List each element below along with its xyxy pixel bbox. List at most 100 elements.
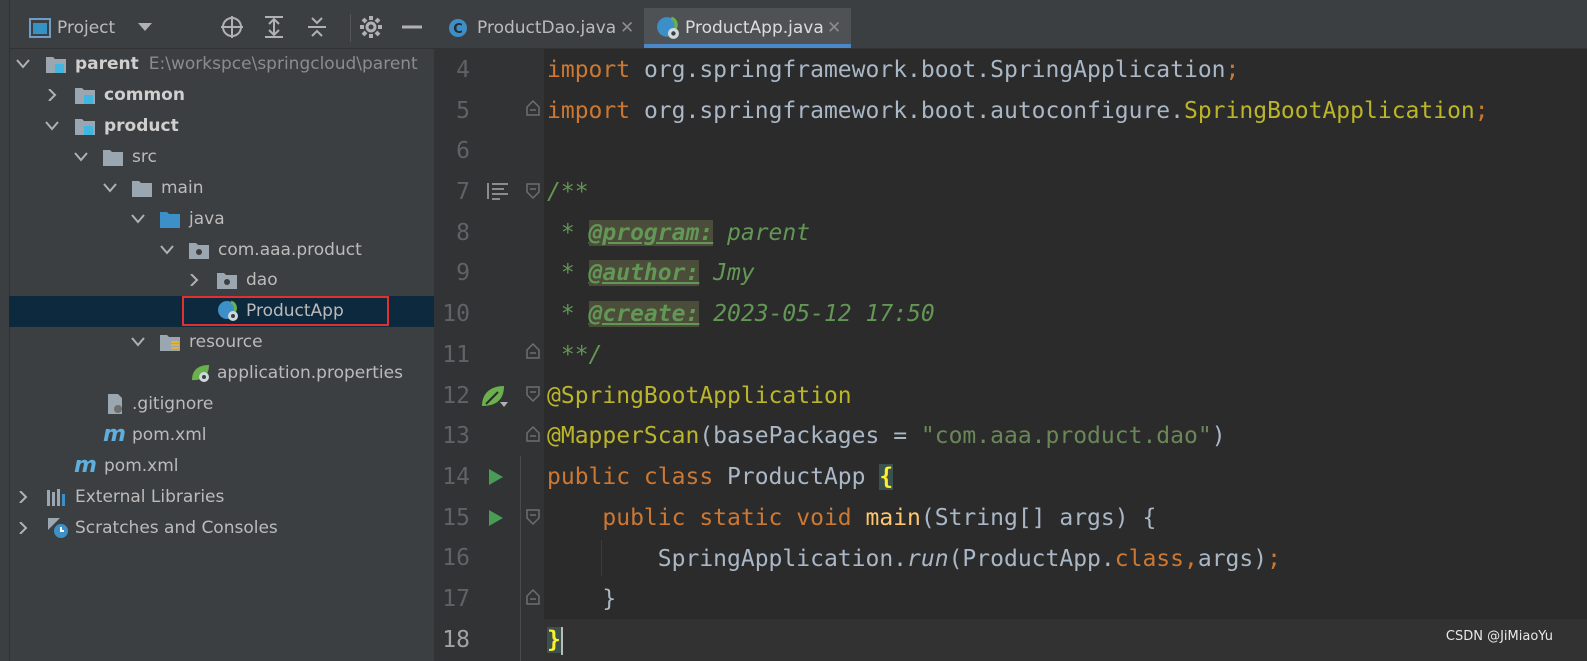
code-line-17: } [547,579,616,619]
close-tab-icon[interactable]: ✕ [827,8,841,48]
maven-icon: m [74,453,97,478]
annotation-class: SpringBootApplication [1183,98,1475,124]
maven-icon: m [103,422,126,447]
tab-productapp-java[interactable]: ProductApp.java ✕ [644,8,851,48]
line-number: 12 [442,383,470,409]
libraries-icon [47,489,65,506]
doc-comment: 2023-05-12 17:50 [699,301,935,327]
line-number: 14 [442,464,470,490]
locate-icon[interactable] [220,15,244,45]
editor-tab-bar: C ProductDao.java ✕ ProductApp.java ✕ [434,0,1587,49]
line-number: 6 [456,138,470,164]
tree-item-pom-xml-product[interactable]: m pom.xml [9,420,434,451]
keyword: import [547,98,631,124]
doc-comment-toggle-icon[interactable] [486,181,510,201]
tree-label-external-libraries: External Libraries [75,487,225,507]
gear-icon[interactable] [359,15,383,45]
tree-item-product[interactable]: product [9,111,434,142]
line-number: 4 [456,57,470,83]
fold-start-icon[interactable] [526,509,540,525]
tree-item-resource[interactable]: resource [9,327,434,358]
chevron-right-icon[interactable] [16,482,30,513]
chevron-right-icon[interactable] [45,80,59,111]
doc-comment: parent [713,220,811,246]
tree-item-main[interactable]: main [9,173,434,204]
tree-label-java: java [189,209,225,229]
spring-class-icon [657,16,679,39]
doc-comment: /** [547,179,589,205]
fold-end-icon[interactable] [526,343,540,359]
chevron-down-icon[interactable] [74,142,88,173]
annotation: @MapperScan [547,423,700,449]
spring-bean-gutter-icon[interactable] [480,384,510,410]
tree-item-gitignore[interactable]: .gitignore [9,389,434,420]
fold-end-icon[interactable] [526,100,540,116]
fold-start-icon[interactable] [526,386,540,402]
tree-label-parent: parent [75,54,139,74]
project-window-icon [29,18,51,38]
keyword: import [547,57,631,83]
spring-properties-icon [192,365,209,382]
tree-item-scratches[interactable]: Scratches and Consoles [9,513,434,544]
package-icon [189,243,209,259]
line-number: 7 [456,179,470,205]
doc-comment: Jmy [699,260,755,286]
tree-label-gitignore: .gitignore [132,394,214,414]
doc-comment: * [547,301,589,327]
tree-item-src[interactable]: src [9,142,434,173]
line-number: 13 [442,423,470,449]
fold-start-icon[interactable] [526,183,540,199]
matched-brace: } [547,627,561,653]
editor-gutter: 4 5 6 7 8 9 10 11 12 13 14 15 16 17 18 [434,49,544,661]
identifier: ) [1211,423,1226,449]
expand-all-icon[interactable] [263,15,285,45]
close-tab-icon[interactable]: ✕ [620,8,634,48]
project-panel-title[interactable]: Project [57,16,115,40]
line-number: 18 [442,627,470,653]
method-name: main [865,505,921,531]
svg-text:C: C [453,22,463,37]
scratches-icon [48,518,68,538]
chevron-right-icon[interactable] [187,265,201,296]
tree-item-pom-xml-parent[interactable]: m pom.xml [9,451,434,482]
tree-label-scratches: Scratches and Consoles [75,518,278,538]
tree-item-external-libraries[interactable]: External Libraries [9,482,434,513]
tree-item-com-aaa-product[interactable]: com.aaa.product [9,235,434,266]
identifier: (String[] args) { [920,505,1157,531]
code-line-4: import org.springframework.boot.SpringAp… [547,50,1239,90]
code-line-16: SpringApplication.run(ProductApp.class,a… [547,539,1281,579]
static-method: run [907,546,949,572]
java-class-icon: C [449,19,467,37]
line-number: 15 [442,505,470,531]
tree-item-application-properties[interactable]: application.properties [9,358,434,389]
semicolon: ; [1474,98,1489,124]
tree-item-java[interactable]: java [9,204,434,235]
tab-productdao-java[interactable]: C ProductDao.java ✕ [444,8,640,48]
tab-label: ProductDao.java [477,18,617,38]
chevron-down-icon[interactable] [16,49,30,80]
collapse-all-icon[interactable] [306,15,328,45]
code-line-12: @SpringBootApplication [547,376,852,416]
chevron-down-icon[interactable] [45,111,59,142]
run-main-icon[interactable] [488,509,504,527]
fold-end-icon[interactable] [526,589,540,605]
tree-item-dao[interactable]: dao [9,265,434,296]
tree-label-common: common [104,85,185,105]
hide-panel-icon[interactable] [401,15,423,45]
chevron-down-icon[interactable] [131,204,145,235]
chevron-right-icon[interactable] [16,513,30,544]
fold-end-icon[interactable] [526,426,540,442]
code-editor[interactable]: C ProductDao.java ✕ ProductApp.java ✕ 4 … [434,0,1587,661]
line-number: 17 [442,586,470,612]
folder-icon [132,181,152,197]
run-class-icon[interactable] [488,468,504,486]
chevron-down-icon[interactable] [131,327,145,358]
tree-item-common[interactable]: common [9,80,434,111]
project-panel-header: Project [9,0,434,49]
chevron-down-icon[interactable] [160,235,174,266]
code-line-14: public class ProductApp { [547,457,894,497]
tree-item-parent[interactable]: parent E:\workspce\springcloud\parent [9,49,434,80]
view-dropdown-icon[interactable] [137,18,153,37]
chevron-down-icon[interactable] [103,173,117,204]
